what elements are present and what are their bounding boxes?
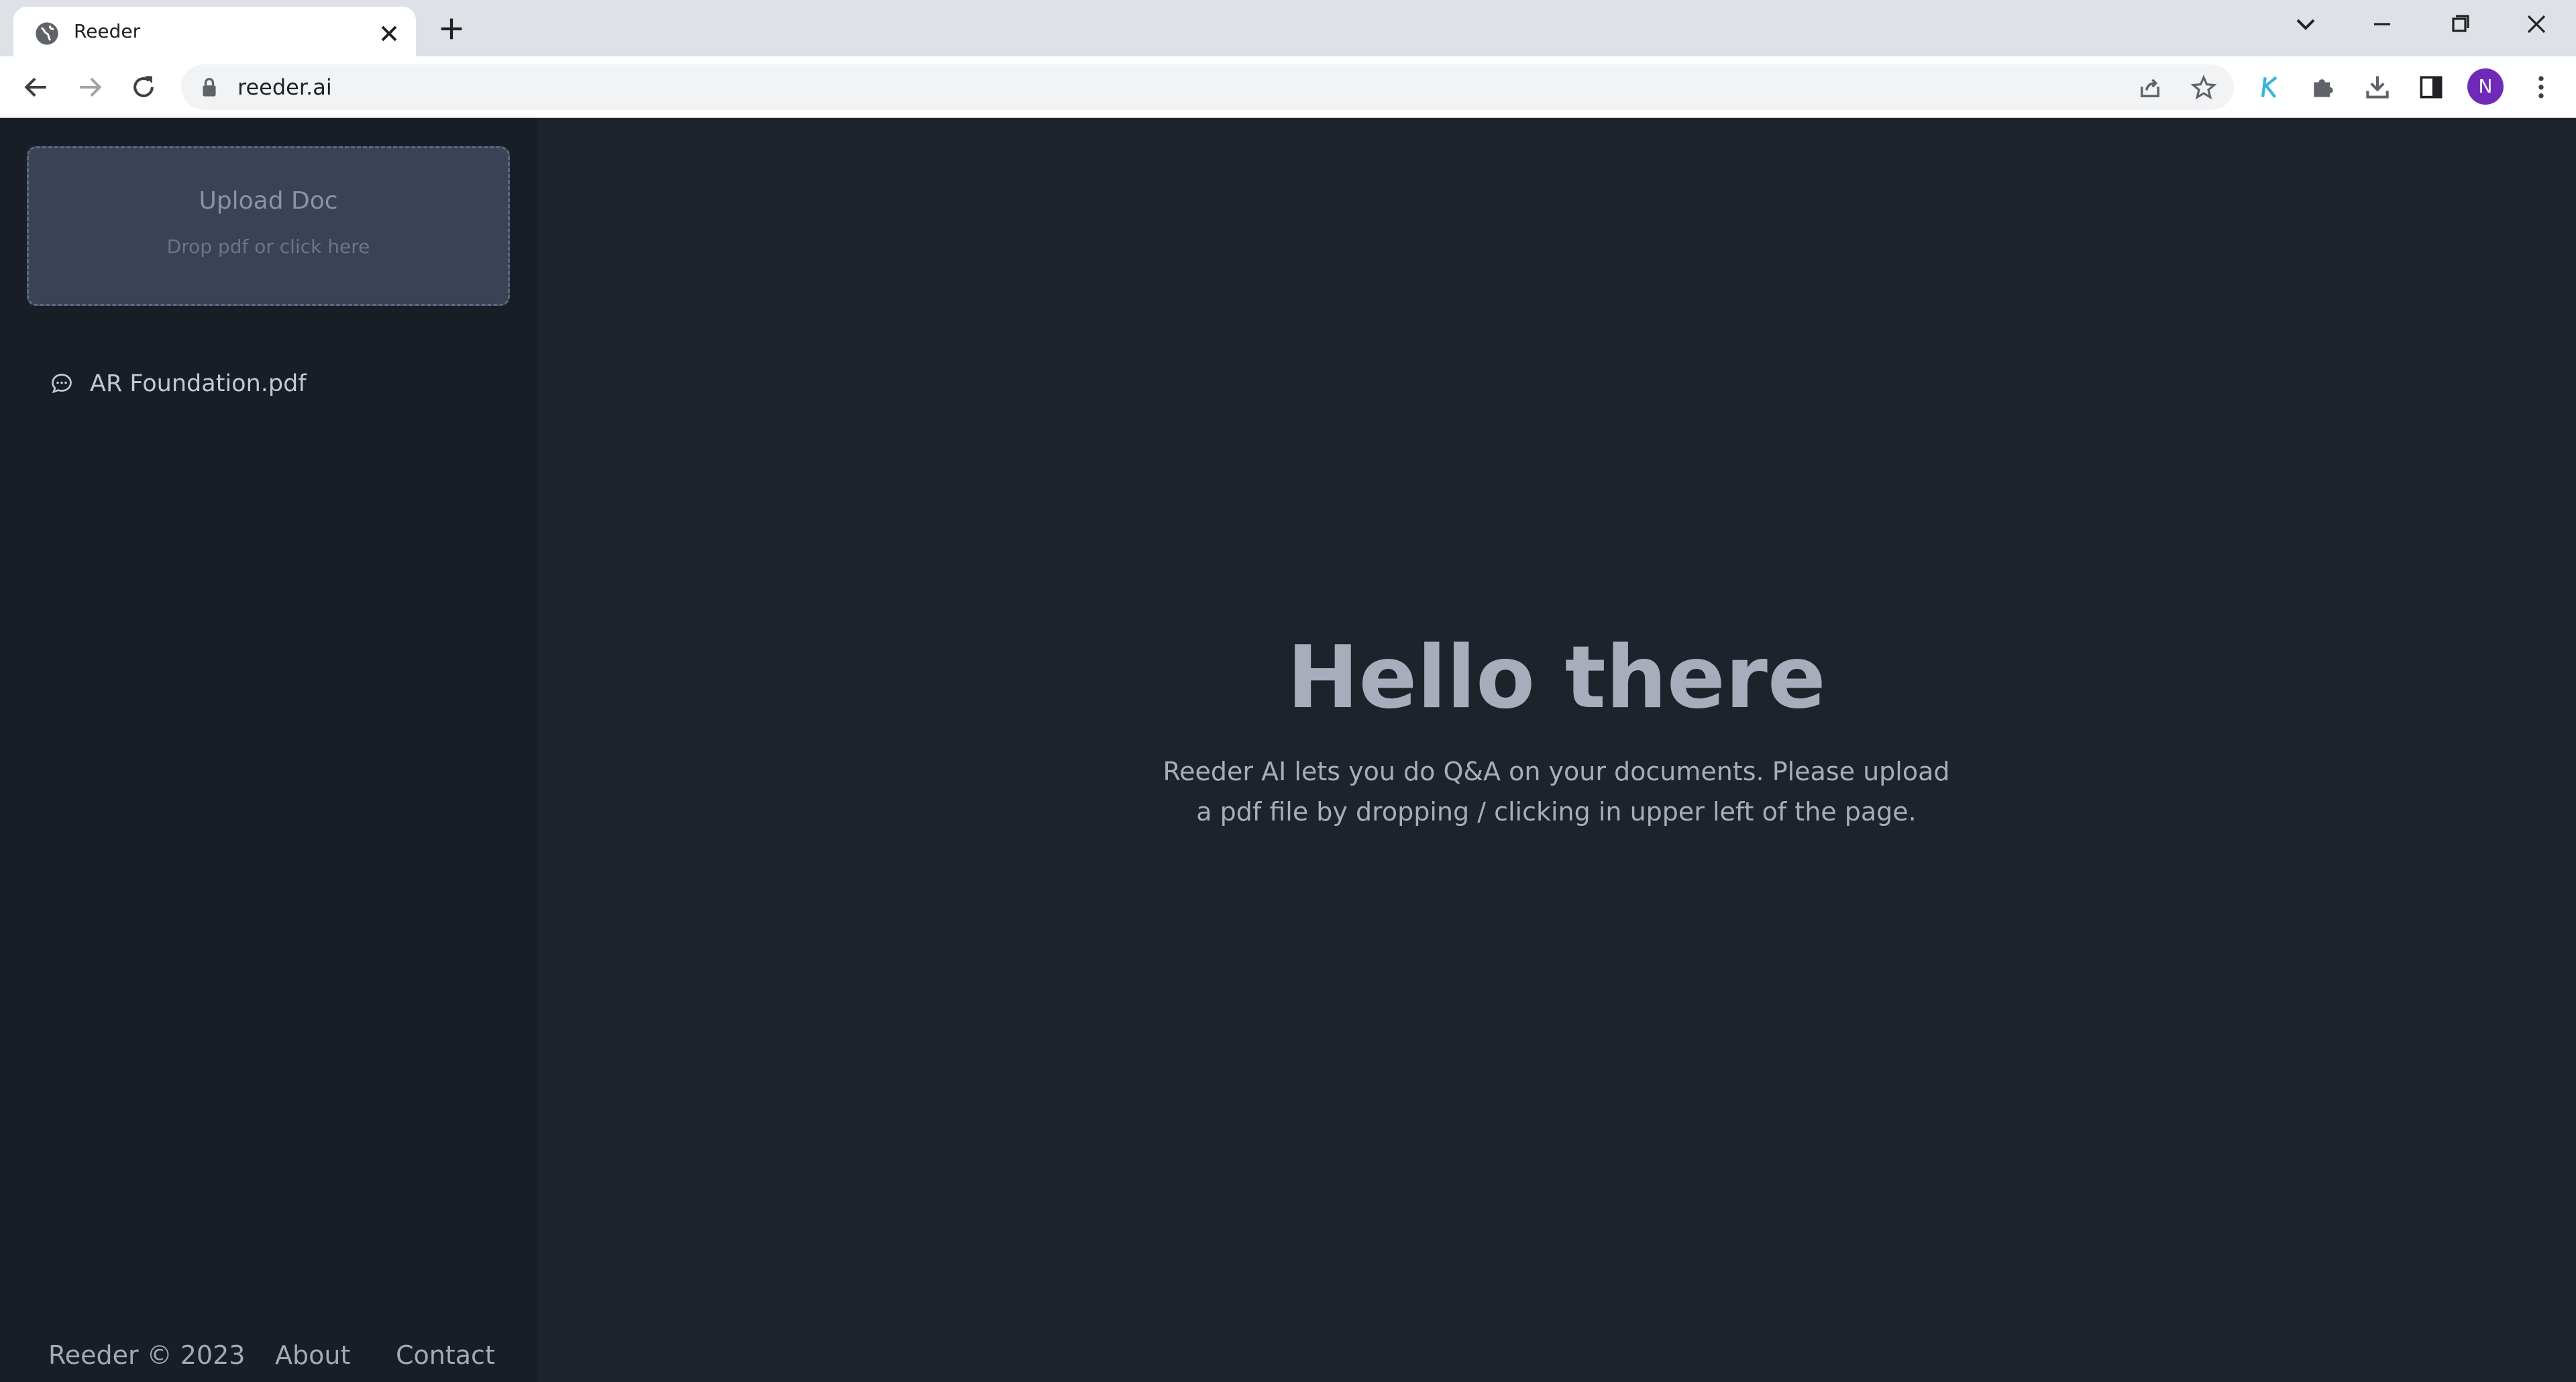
footer-copyright: Reeder © 2023 bbox=[48, 1340, 246, 1370]
main-content: Hello there Reeder AI lets you do Q&A on… bbox=[537, 118, 2576, 1382]
upload-title: Upload Doc bbox=[199, 187, 338, 215]
k-extension-icon[interactable] bbox=[2255, 72, 2285, 102]
welcome-description-line-1: Reeder AI lets you do Q&A on your docume… bbox=[1163, 757, 1950, 786]
restore-icon[interactable] bbox=[2443, 11, 2477, 38]
footer-contact-link[interactable]: Contact bbox=[396, 1339, 495, 1371]
chat-bubble-icon bbox=[52, 374, 72, 394]
document-name: AR Foundation.pdf bbox=[90, 370, 307, 397]
document-list-item[interactable]: AR Foundation.pdf bbox=[50, 364, 506, 404]
footer-about-link[interactable]: About bbox=[275, 1339, 350, 1371]
minimize-icon[interactable] bbox=[2365, 11, 2399, 38]
lock-icon[interactable] bbox=[200, 77, 219, 97]
download-icon[interactable] bbox=[2363, 72, 2392, 102]
sidebar: Upload Doc Drop pdf or click here AR Fou… bbox=[0, 118, 537, 1382]
extensions-puzzle-icon[interactable] bbox=[2309, 72, 2339, 102]
app-root: Upload Doc Drop pdf or click here AR Fou… bbox=[0, 118, 2576, 1382]
profile-avatar[interactable]: N bbox=[2467, 68, 2504, 105]
url-text[interactable]: reeder.ai bbox=[237, 64, 332, 110]
tab-search-chevron-icon[interactable] bbox=[2289, 11, 2322, 38]
browser-toolbar: reeder.ai N bbox=[0, 56, 2576, 118]
back-arrow-icon[interactable] bbox=[21, 72, 51, 102]
upload-subtitle: Drop pdf or click here bbox=[166, 235, 370, 258]
bookmark-star-icon[interactable] bbox=[2190, 74, 2218, 102]
new-tab-icon[interactable] bbox=[436, 13, 467, 44]
more-menu-icon[interactable] bbox=[2526, 72, 2556, 102]
globe-icon bbox=[36, 22, 58, 45]
upload-dropzone[interactable]: Upload Doc Drop pdf or click here bbox=[27, 146, 510, 306]
reload-icon[interactable] bbox=[129, 72, 158, 102]
close-tab-icon[interactable] bbox=[376, 20, 402, 47]
tab-strip: Reeder bbox=[0, 0, 2576, 56]
welcome-description: Reeder AI lets you do Q&A on your docume… bbox=[1154, 751, 1959, 832]
close-window-icon[interactable] bbox=[2520, 11, 2553, 38]
share-icon[interactable] bbox=[2136, 74, 2164, 102]
browser-tab[interactable]: Reeder bbox=[13, 7, 416, 56]
forward-arrow-icon[interactable] bbox=[75, 72, 105, 102]
welcome-heading: Hello there bbox=[1287, 628, 1826, 728]
tab-title: Reeder bbox=[74, 20, 141, 42]
side-panel-icon[interactable] bbox=[2416, 72, 2446, 102]
address-bar[interactable]: reeder.ai bbox=[181, 64, 2234, 110]
welcome-description-line-2: a pdf file by dropping / clicking in upp… bbox=[1196, 797, 1917, 827]
